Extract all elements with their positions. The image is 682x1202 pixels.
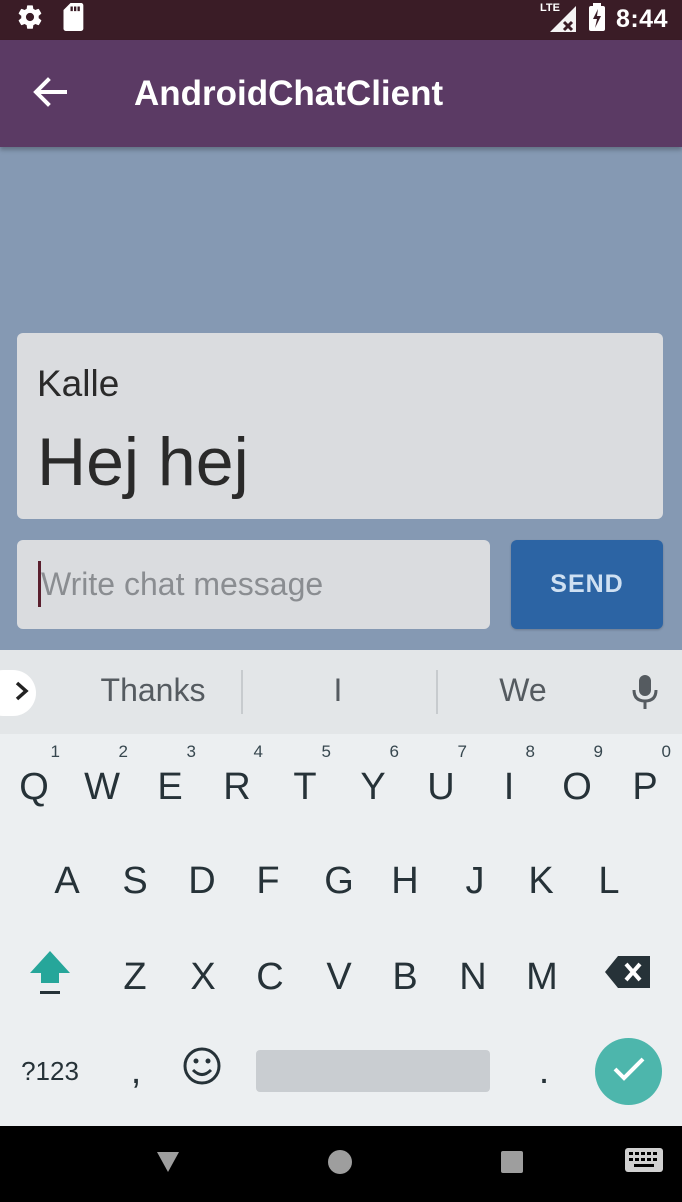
key-l[interactable]: L [579,836,639,926]
key-number-hint: 2 [118,742,128,761]
app-bar: AndroidChatClient [0,40,682,147]
key-number-hint: 4 [253,742,263,761]
suggestion-1[interactable]: Thanks [58,672,248,709]
key-j[interactable]: J [445,836,505,926]
key-t[interactable]: T5 [275,742,335,832]
chat-message-input[interactable] [17,540,490,629]
message-card: Kalle Hej hej [17,333,663,519]
space-key[interactable] [256,1050,490,1092]
send-button[interactable]: SEND [511,540,663,629]
key-n[interactable]: N [443,932,503,1022]
key-i[interactable]: I8 [479,742,539,832]
key-label: I [503,765,515,808]
key-label: T [293,765,317,808]
keyboard-switch-icon [624,1147,664,1182]
key-label: O [562,765,592,808]
signal-icon: LTE [539,2,578,34]
key-p[interactable]: P0 [615,742,675,832]
key-e[interactable]: E3 [140,742,200,832]
navigation-bar [0,1126,682,1202]
chevron-right-icon [14,680,30,707]
message-author: Kalle [37,363,120,404]
key-label: R [223,765,251,808]
back-button[interactable] [26,70,74,118]
key-y[interactable]: Y6 [343,742,403,832]
key-g[interactable]: G [309,836,369,926]
key-z[interactable]: Z [105,932,165,1022]
key-x[interactable]: X [173,932,233,1022]
voice-input-button[interactable] [630,674,660,715]
suggestion-3[interactable]: We [428,672,618,709]
key-number-hint: 3 [186,742,196,761]
suggestion-2[interactable]: I [243,672,433,709]
expand-toolbar-button[interactable] [0,670,36,716]
arrow-back-icon [33,76,67,112]
period-key[interactable]: . [514,1026,574,1116]
key-s[interactable]: S [105,836,165,926]
keyboard-switch-button[interactable] [624,1147,664,1182]
key-a[interactable]: A [37,836,97,926]
key-f[interactable]: F [238,836,298,926]
key-label: U [427,765,455,808]
key-number-hint: 5 [321,742,331,761]
checkmark-icon [612,1056,646,1087]
sd-card-icon [62,2,86,36]
message-text: Hej hej [37,424,249,500]
back-triangle-icon [155,1150,181,1179]
key-u[interactable]: U7 [411,742,471,832]
shift-arrow-icon [26,947,74,1007]
soft-keyboard: Thanks I We Q1W2E3R4T5Y6U7I8O9P0 ASDFGHJ… [0,650,682,1126]
home-circle-icon [326,1148,354,1181]
key-o[interactable]: O9 [547,742,607,832]
comma-key[interactable]: , [106,1026,166,1116]
app-title: AndroidChatClient [134,74,444,113]
battery-charging-icon [588,2,606,37]
key-label: P [632,765,658,808]
key-h[interactable]: H [375,836,435,926]
key-k[interactable]: K [511,836,571,926]
symbols-key[interactable]: ?123 [18,1026,82,1116]
enter-key[interactable] [595,1038,662,1105]
backspace-icon [604,955,652,999]
microphone-icon [630,675,660,714]
key-v[interactable]: V [309,932,369,1022]
key-r[interactable]: R4 [207,742,267,832]
network-type-label: LTE [539,2,560,14]
key-number-hint: 9 [593,742,603,761]
status-bar: LTE 8:44 [0,0,682,40]
key-number-hint: 1 [50,742,60,761]
key-label: W [84,765,120,808]
key-number-hint: 8 [525,742,535,761]
key-b[interactable]: B [375,932,435,1022]
nav-recents-button[interactable] [492,1148,532,1180]
emoji-key[interactable] [172,1026,232,1116]
key-number-hint: 7 [457,742,467,761]
key-number-hint: 6 [389,742,399,761]
key-number-hint: 0 [661,742,671,761]
key-label: Y [360,765,386,808]
nav-home-button[interactable] [320,1148,360,1180]
key-label: E [157,765,183,808]
shift-key[interactable] [20,932,80,1022]
text-cursor [38,561,41,607]
key-d[interactable]: D [172,836,232,926]
key-label: Q [19,765,49,808]
clock: 8:44 [615,4,668,33]
key-m[interactable]: M [512,932,572,1022]
settings-icon [16,3,44,36]
key-c[interactable]: C [240,932,300,1022]
backspace-key[interactable] [598,932,658,1022]
key-w[interactable]: W2 [72,742,132,832]
emoji-smiley-icon [182,1046,222,1096]
suggestion-strip: Thanks I We [0,650,682,734]
nav-back-button[interactable] [148,1148,188,1180]
recents-square-icon [499,1149,525,1180]
key-q[interactable]: Q1 [4,742,64,832]
